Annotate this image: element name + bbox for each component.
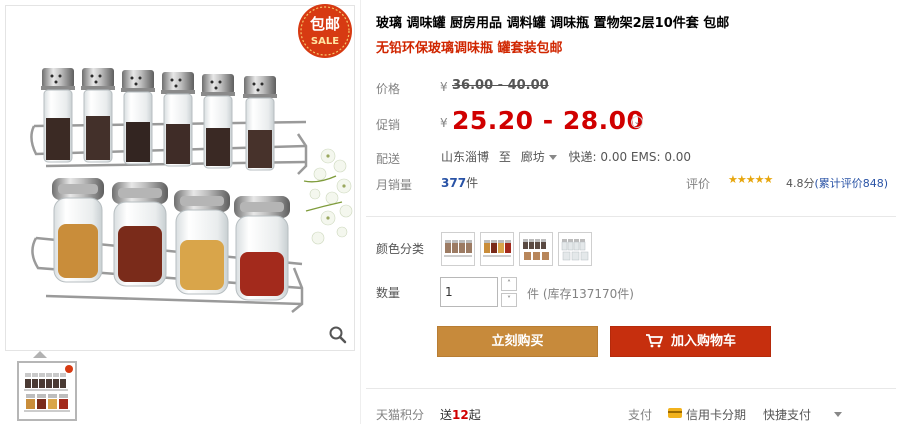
credit-installment-link[interactable]: 信用卡分期 [686,406,746,423]
column-divider [360,0,361,424]
rating-stars: ★★★★★ [728,173,773,186]
footer-divider [366,388,896,389]
quantity-input[interactable]: 1 [440,277,498,307]
badge-line1: 包邮 [310,15,340,33]
color-swatch-1[interactable] [441,232,475,266]
zoom-icon[interactable] [328,325,348,345]
color-swatch-2[interactable] [480,232,514,266]
ship-fees: 快递: 0.00 EMS: 0.00 [568,150,692,164]
chevron-down-icon[interactable] [834,412,842,417]
section-divider [366,216,896,217]
ship-destination: 廊坊 [520,150,545,164]
original-price: 36.00 - 40.00 [452,78,549,93]
monthly-sales: 377件 [441,174,478,191]
product-title: 玻璃 调味罐 厨房用品 调料罐 调味瓶 置物架2层10件套 包邮 [376,16,730,31]
price-label: 价格 [376,82,401,96]
color-swatch-3[interactable] [519,232,553,266]
promo-expand-icon[interactable]: ⌄ [631,116,643,128]
price-currency: ¥ [440,80,448,94]
ship-from: 山东淄博 [441,150,490,164]
points-number: 12 [452,408,469,422]
shipping-info: 山东淄博 至 廊坊 快递: 0.00 EMS: 0.00 [441,148,691,165]
rating-summary: 4.8分(累计评价848) [786,175,888,191]
points-label: 天猫积分 [376,408,425,422]
chevron-down-icon [548,154,557,160]
ship-destination-select[interactable]: 廊坊 [521,150,565,164]
thumbnail-pointer-icon [33,351,47,358]
cart-icon [645,334,663,348]
points-pre: 送 [440,408,453,422]
buy-now-button[interactable]: 立刻购买 [437,326,598,357]
quantity-label: 数量 [376,286,401,300]
sales-count: 377 [441,176,467,190]
points-value: 送12起 [440,406,481,423]
review-count-link[interactable]: (累计评价848) [815,177,889,190]
buy-now-label: 立刻购买 [491,334,544,349]
rating-label: 评价 [686,177,711,191]
rating-score: 4.8分 [786,177,815,190]
promo-price: 25.20 - 28.00 [452,106,645,135]
payment-label: 支付 [628,408,653,422]
quantity-increase-button[interactable]: ˄ [501,277,517,291]
free-shipping-sale-badge: 包邮 SALE [296,2,354,60]
quick-pay-link[interactable]: 快捷支付 [763,406,811,423]
ship-to-word: 至 [498,150,511,164]
promo-label: 促销 [376,118,401,132]
product-subtitle: 无铅环保玻璃调味瓶 罐套装包邮 [376,41,563,56]
shipping-label: 配送 [376,152,401,166]
monthly-sales-label: 月销量 [376,178,413,192]
thumbnail-strip [5,351,355,424]
color-swatch-4[interactable] [558,232,592,266]
sales-unit: 件 [466,176,479,190]
points-post: 起 [468,408,481,422]
thumbnail-1[interactable] [17,361,77,421]
quantity-decrease-button[interactable]: ˅ [501,293,517,307]
badge-line2: SALE [311,36,339,47]
credit-card-icon [668,408,682,418]
promo-currency: ¥ [440,116,448,130]
add-to-cart-button[interactable]: 加入购物车 [610,326,771,357]
color-options-label: 颜色分类 [376,242,425,256]
stock-info: 件 (库存137170件) [527,287,634,301]
add-to-cart-label: 加入购物车 [670,334,736,349]
